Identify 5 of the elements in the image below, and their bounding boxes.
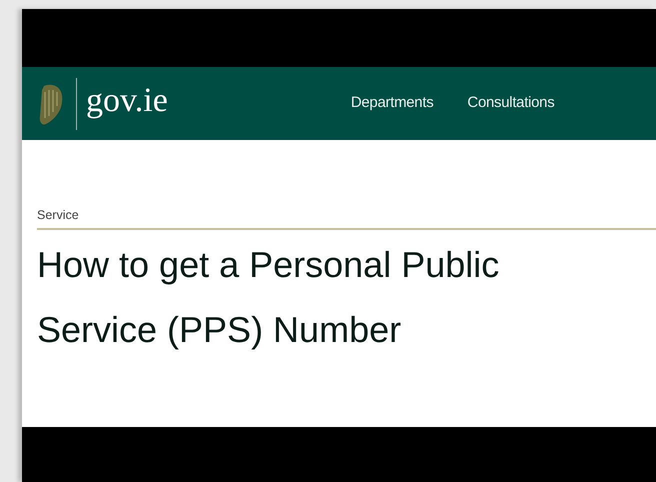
nav-link[interactable]: Consultations [467, 92, 554, 115]
page-title: How to get a Personal Public Service (PPS) Number [37, 242, 500, 352]
nav-link[interactable]: Departments [350, 92, 434, 115]
category-label: Service [37, 206, 656, 230]
site-logo[interactable]: gov.ie [86, 84, 168, 118]
